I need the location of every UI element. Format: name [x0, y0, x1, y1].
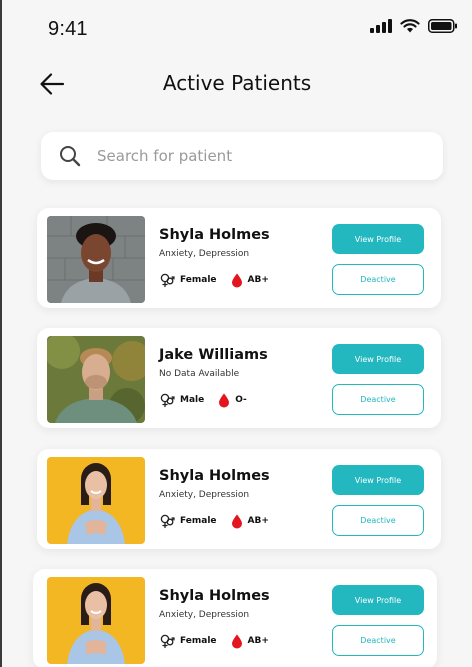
deactive-button[interactable]: Deactive	[332, 384, 424, 415]
patient-name: Jake Williams	[159, 347, 268, 363]
patient-meta: Male O-	[159, 392, 247, 408]
status-icons	[370, 19, 458, 33]
patient-photo-image	[47, 457, 145, 544]
patient-card[interactable]: Shyla Holmes Anxiety, Depression Female …	[37, 208, 441, 308]
search-box[interactable]	[41, 132, 443, 180]
patient-meta: Female AB+	[159, 272, 269, 288]
patient-card[interactable]: Shyla Holmes Anxiety, Depression Female …	[37, 449, 441, 549]
view-profile-button[interactable]: View Profile	[332, 465, 424, 495]
page-title: Active Patients	[162, 71, 312, 95]
patient-blood-group: AB+	[247, 275, 269, 285]
patient-condition: Anxiety, Depression	[159, 610, 250, 620]
patient-gender: Female	[180, 516, 217, 526]
signal-icon	[370, 19, 392, 33]
view-profile-button[interactable]: View Profile	[332, 585, 424, 615]
search-input[interactable]	[97, 132, 427, 180]
battery-icon	[428, 19, 457, 33]
patient-blood-group: O-	[235, 395, 247, 405]
patient-blood-group: AB+	[247, 636, 269, 646]
patient-condition: Anxiety, Depression	[159, 249, 250, 259]
view-profile-button[interactable]: View Profile	[332, 344, 424, 374]
gender-icon	[160, 634, 175, 649]
deactive-button[interactable]: Deactive	[332, 625, 424, 656]
patient-meta: Female AB+	[159, 513, 269, 529]
patient-name: Shyla Holmes	[159, 468, 270, 484]
blood-drop-icon	[231, 273, 242, 287]
status-time: 9:41	[48, 18, 88, 40]
wifi-icon	[400, 19, 420, 33]
phone-screen: 9:41 Active Patients Search for patient …	[0, 0, 472, 667]
patient-condition: No Data Available	[159, 369, 240, 379]
view-profile-button[interactable]: View Profile	[332, 224, 424, 254]
patient-photo-image	[47, 577, 145, 664]
status-bar: 9:41	[2, 0, 472, 56]
patient-photo	[47, 577, 145, 664]
patient-card[interactable]: Shyla Holmes Anxiety, Depression Female …	[33, 569, 437, 667]
patient-photo-image	[47, 336, 145, 423]
gender-icon	[160, 273, 175, 288]
patient-name: Shyla Holmes	[159, 227, 270, 243]
deactive-button[interactable]: Deactive	[332, 264, 424, 295]
patient-blood-group: AB+	[247, 516, 269, 526]
blood-drop-icon	[231, 514, 242, 528]
patient-photo	[47, 216, 145, 303]
patient-photo	[47, 336, 145, 423]
patient-photo-image	[47, 216, 145, 303]
header: Active Patients	[2, 60, 472, 108]
patient-photo	[47, 457, 145, 544]
patient-meta: Female AB+	[159, 633, 269, 649]
deactive-button[interactable]: Deactive	[332, 505, 424, 536]
blood-drop-icon	[231, 634, 242, 648]
gender-icon	[160, 514, 175, 529]
blood-drop-icon	[219, 393, 230, 407]
gender-icon	[160, 393, 175, 408]
search-icon	[60, 146, 81, 167]
patient-gender: Female	[180, 275, 217, 285]
patient-name: Shyla Holmes	[159, 588, 270, 604]
patient-gender: Male	[180, 395, 205, 405]
patient-card[interactable]: Jake Williams No Data Available Male O- …	[37, 328, 441, 428]
patient-condition: Anxiety, Depression	[159, 490, 250, 500]
patient-gender: Female	[180, 636, 217, 646]
